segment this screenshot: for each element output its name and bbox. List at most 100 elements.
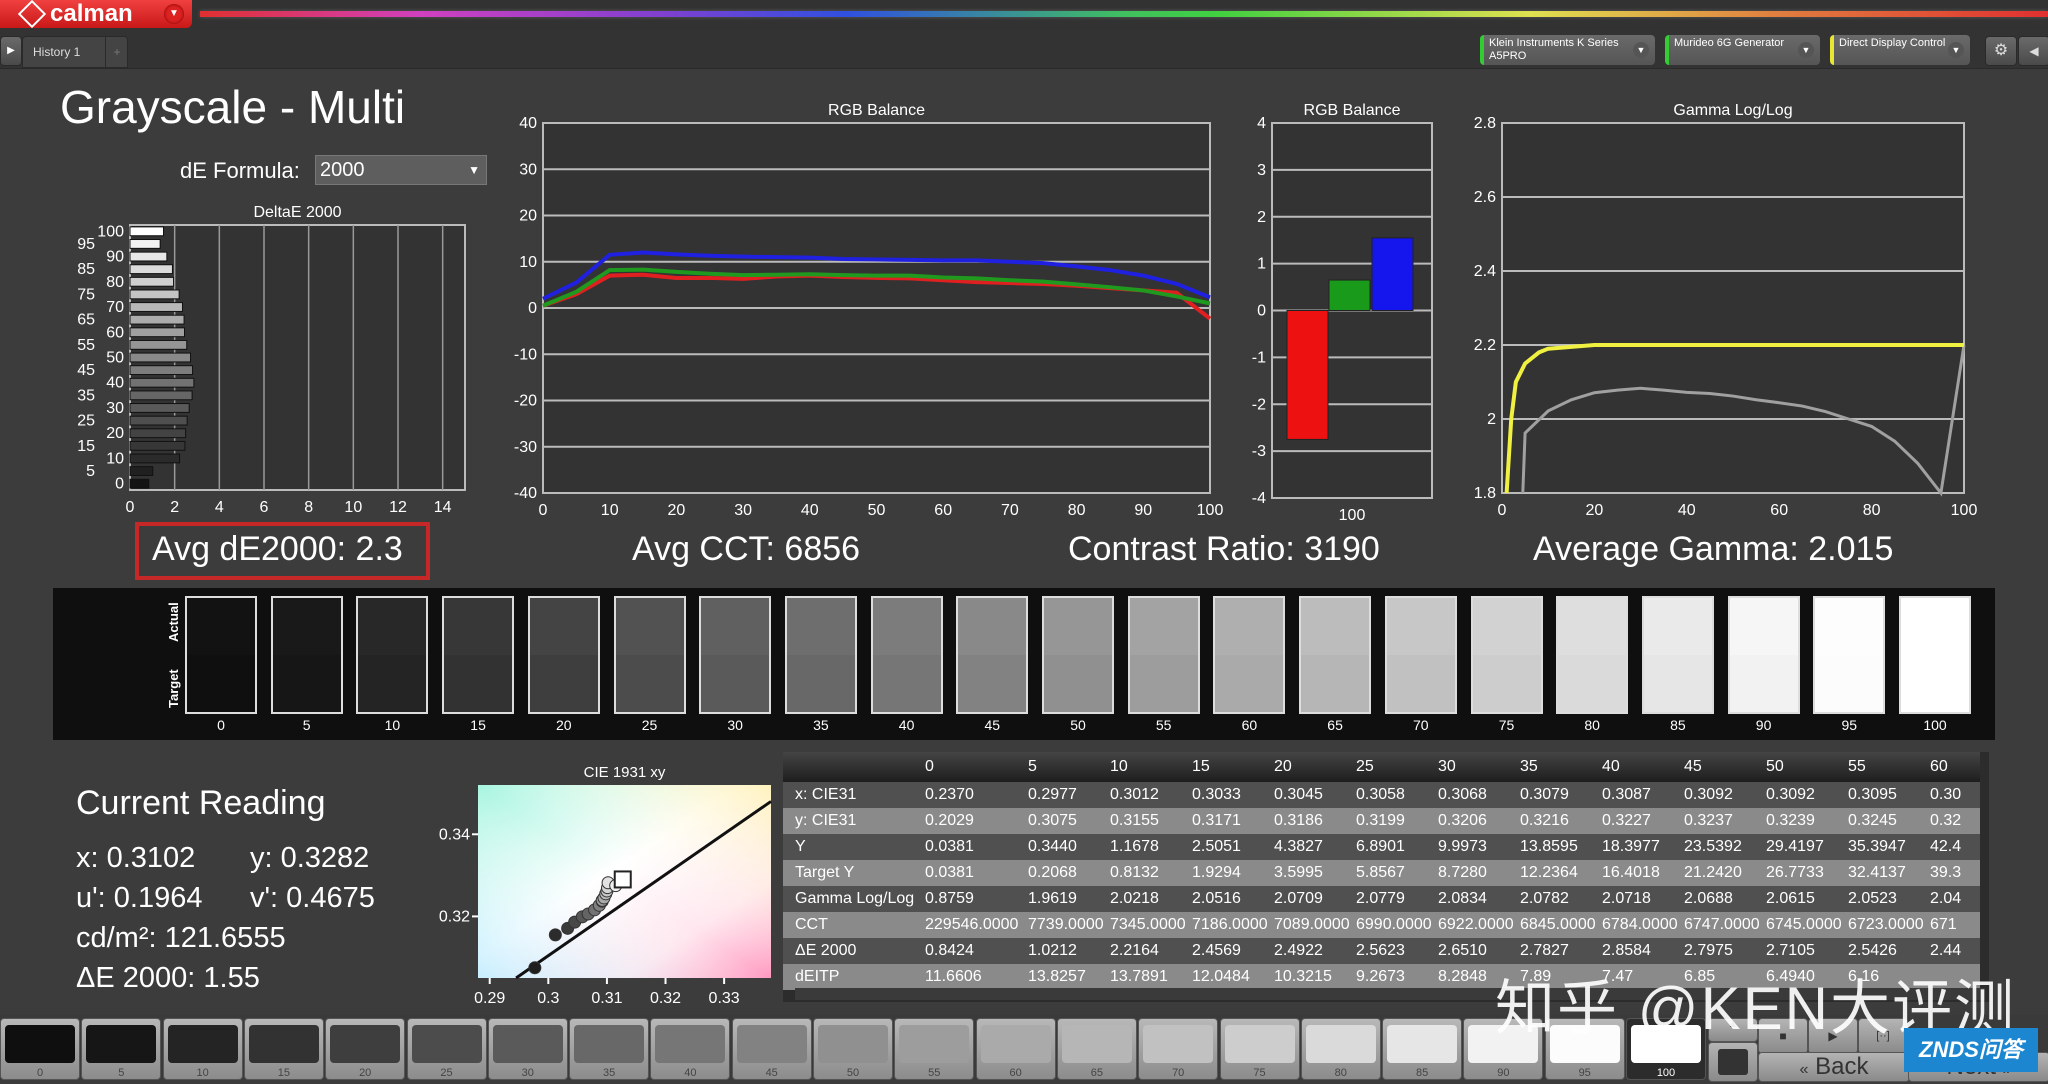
grayscale-swatch <box>270 596 343 714</box>
actual-color <box>1729 598 1798 655</box>
de-bar <box>129 239 161 249</box>
table-cell: 2.0615 <box>1766 886 1848 912</box>
target-color <box>1301 655 1370 712</box>
grayscale-swatch <box>1042 596 1114 714</box>
de-bar <box>129 327 185 338</box>
patch-color <box>818 1025 888 1063</box>
patch-color <box>330 1025 401 1063</box>
y-tick-label: 50 <box>106 350 124 367</box>
target-color <box>1472 655 1541 712</box>
actual-label: Actual <box>166 602 181 642</box>
grayscale-swatch <box>956 596 1029 714</box>
table-cell: 13.8257 <box>1028 964 1110 990</box>
table-cell: 0.3033 <box>1192 782 1274 808</box>
grayscale-swatch <box>1899 596 1971 714</box>
patch-button[interactable]: 65 <box>1056 1018 1137 1080</box>
patch-button[interactable]: 0 <box>0 1018 80 1080</box>
y-tick-label: 0.32 <box>439 908 470 925</box>
grayscale-swatch <box>442 596 515 714</box>
patch-button[interactable]: 55 <box>894 1018 975 1080</box>
patch-button[interactable]: 25 <box>406 1018 487 1080</box>
de-bar <box>129 339 188 350</box>
de-bar <box>129 276 175 287</box>
table-cell: 2.04 <box>1930 886 1980 912</box>
patch-label: 40 <box>684 1067 697 1079</box>
table-cell: 1.1678 <box>1110 834 1192 860</box>
patch-button[interactable]: 30 <box>487 1018 568 1080</box>
y-tick-label: -3 <box>1252 443 1266 460</box>
swatch-level-label: 65 <box>1327 717 1343 733</box>
patch-button[interactable]: 70 <box>1138 1018 1219 1080</box>
patch-button[interactable]: 35 <box>569 1018 650 1080</box>
row-label: ΔE 2000 <box>783 938 925 964</box>
table-cell: 2.0779 <box>1356 886 1438 912</box>
table-cell: 0.2029 <box>925 808 1028 834</box>
table-cell: 2.0523 <box>1848 886 1930 912</box>
x-tick-label: 0 <box>126 499 135 516</box>
patch-color <box>167 1025 238 1063</box>
target-color <box>1044 655 1112 712</box>
table-cell: 8.7280 <box>1438 860 1520 886</box>
patch-color <box>492 1025 563 1063</box>
actual-color <box>272 598 341 655</box>
patch-button[interactable]: 45 <box>731 1018 812 1080</box>
de-bar <box>129 226 164 237</box>
table-cell: 2.2164 <box>1110 938 1192 964</box>
patch-label: 85 <box>1415 1067 1429 1079</box>
patch-label: 90 <box>1497 1067 1510 1079</box>
patch-button[interactable]: 75 <box>1219 1018 1300 1080</box>
x-tick-label: 10 <box>601 502 619 519</box>
table-cell: 32.4137 <box>1848 860 1930 886</box>
target-color <box>1386 655 1455 712</box>
de-bar <box>129 251 168 262</box>
x-tick-label: 4 <box>215 499 224 516</box>
table-cell: 29.4197 <box>1766 834 1848 860</box>
column-header: 25 <box>1356 752 1438 782</box>
x-tick-label: 90 <box>1134 502 1152 519</box>
y-tick-label: 2.2 <box>1474 337 1496 354</box>
y-tick-label: 55 <box>77 337 95 354</box>
swatch-level-label: 50 <box>1070 717 1086 733</box>
table-cell: 0.8759 <box>925 886 1028 912</box>
patch-button[interactable]: 50 <box>813 1018 893 1080</box>
table-cell: 6784.0000 <box>1602 912 1684 938</box>
patch-button[interactable]: 15 <box>243 1018 324 1080</box>
reading-de: ΔE 2000: 1.55 <box>76 962 260 994</box>
contrast-ratio-value: Contrast Ratio: 3190 <box>1068 530 1380 568</box>
patch-button[interactable]: 5 <box>81 1018 162 1080</box>
chart-title: RGB Balance <box>1304 102 1401 119</box>
patch-color <box>655 1025 726 1063</box>
swatch-level-label: 75 <box>1498 717 1515 733</box>
y-tick-label: 45 <box>77 362 95 379</box>
y-tick-label: 2 <box>1257 209 1266 226</box>
swatch-level-label: 100 <box>1923 717 1947 733</box>
table-cell: 2.0834 <box>1438 886 1520 912</box>
x-tick-label: 20 <box>1586 502 1604 519</box>
patch-button[interactable]: 85 <box>1382 1018 1463 1080</box>
table-cell: 0.3186 <box>1274 808 1356 834</box>
table-cell: 23.5392 <box>1684 834 1766 860</box>
target-color <box>358 655 427 712</box>
back-label: Back <box>1815 1053 1869 1080</box>
row-label: y: CIE31 <box>783 808 925 834</box>
table-cell: 0.3079 <box>1520 782 1602 808</box>
table-cell: 10.3215 <box>1274 964 1356 990</box>
patch-button[interactable]: 10 <box>162 1018 243 1080</box>
table-row: Y 0.0381 0.3440 1.1678 2.5051 4.3827 6.8901 9.9… <box>783 834 1980 860</box>
actual-color <box>1815 598 1884 655</box>
x-tick-label: 14 <box>434 499 452 516</box>
patch-button[interactable]: 20 <box>325 1018 406 1080</box>
grayscale-swatch <box>613 596 686 714</box>
patch-button[interactable]: 40 <box>650 1018 731 1080</box>
table-cell: 0.3068 <box>1438 782 1520 808</box>
swatch-level-label: 60 <box>1241 717 1258 733</box>
table-cell: 9.9973 <box>1438 834 1520 860</box>
y-tick-label: 40 <box>106 375 124 392</box>
table-cell: 21.2420 <box>1684 860 1766 886</box>
table-cell: 2.5051 <box>1192 834 1274 860</box>
patch-button[interactable]: 80 <box>1300 1018 1381 1080</box>
patch-button[interactable]: 60 <box>975 1018 1056 1080</box>
back-button[interactable]: « Back <box>1758 1052 1910 1082</box>
patch-label: 70 <box>1172 1067 1185 1079</box>
patch-label: 20 <box>359 1067 372 1079</box>
